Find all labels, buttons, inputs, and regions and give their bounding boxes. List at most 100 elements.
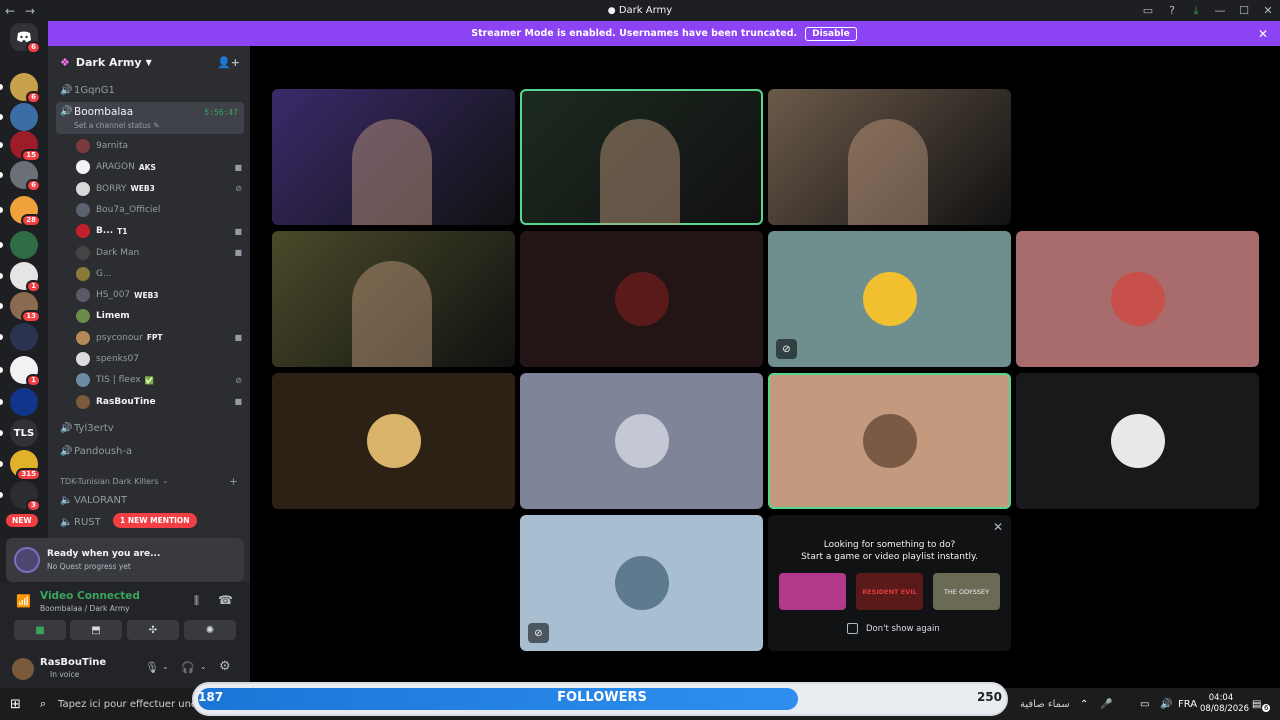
- voice-channel-1GqnG1[interactable]: 🔊 1GqnG1: [56, 80, 244, 100]
- gear-icon[interactable]: ⚙: [219, 659, 231, 674]
- voice-member[interactable]: TIS | fleex ✅ ⊘: [76, 370, 246, 390]
- server-icon[interactable]: [10, 388, 38, 416]
- server-icon[interactable]: 28: [10, 196, 41, 227]
- participant-tile[interactable]: [768, 89, 1011, 225]
- voice-member[interactable]: Limem: [76, 306, 246, 326]
- forward-arrow-icon[interactable]: →: [20, 4, 40, 18]
- voice-member[interactable]: RasBouTine ■: [76, 392, 246, 412]
- inbox-icon[interactable]: ▭: [1136, 4, 1160, 17]
- maximize-button[interactable]: ☐: [1232, 4, 1256, 17]
- close-icon[interactable]: ✕: [993, 520, 1003, 534]
- voice-channel-boombalaa[interactable]: 🔊 Boombalaa Set a channel status ✎ 5:56:…: [56, 102, 244, 134]
- member-tag: AKS: [138, 162, 156, 172]
- participant-tile[interactable]: [272, 89, 515, 225]
- participant-tile[interactable]: ⊘: [768, 231, 1011, 367]
- microphone-icon[interactable]: 🎙: [145, 661, 159, 674]
- participant-tile[interactable]: [1016, 373, 1259, 509]
- disable-button[interactable]: Disable: [805, 26, 857, 41]
- discord-home-icon[interactable]: 6: [10, 23, 41, 54]
- microphone-icon[interactable]: 🎤: [1100, 699, 1112, 710]
- server-icon[interactable]: 1: [10, 262, 41, 293]
- voice-member[interactable]: spenks07: [76, 349, 246, 369]
- voice-member[interactable]: ARAGON AKS ■: [76, 157, 246, 177]
- server-badge: 28: [21, 214, 41, 227]
- network-icon[interactable]: ▭: [1140, 699, 1149, 710]
- participant-tile[interactable]: [272, 231, 515, 367]
- minimize-button[interactable]: —: [1208, 4, 1232, 17]
- voice-location[interactable]: Boombalaa / Dark Army: [40, 604, 130, 613]
- server-icon[interactable]: [10, 323, 38, 351]
- voice-member[interactable]: psyconour FPT ■: [76, 328, 246, 348]
- noise-suppression-icon[interactable]: ⫼: [194, 594, 199, 608]
- close-icon[interactable]: ✕: [1258, 27, 1268, 41]
- voice-status[interactable]: Video Connected: [40, 590, 140, 602]
- chevron-down-icon[interactable]: ⌄: [200, 662, 207, 671]
- server-icon[interactable]: [10, 231, 38, 259]
- server-icon[interactable]: [10, 103, 38, 131]
- voice-member[interactable]: BORRY WEB3 ⊘: [76, 179, 246, 199]
- voice-member[interactable]: B... T1 ■: [76, 221, 246, 241]
- username: RasBouTine: [40, 657, 107, 668]
- participant-tile[interactable]: [520, 231, 763, 367]
- quest-card[interactable]: Ready when you are... No Quest progress …: [6, 538, 244, 582]
- server-icon[interactable]: 6: [10, 161, 41, 192]
- voice-member[interactable]: G...: [76, 264, 246, 284]
- taskbar-search-input[interactable]: Tapez ici pour effectuer une re: [58, 699, 210, 710]
- voice-channel-tyl3ertv[interactable]: 🔊 Tyl3ertv: [56, 418, 244, 438]
- voice-channel-valorant[interactable]: 🔈 VALORANT: [56, 490, 244, 510]
- server-icon[interactable]: 6: [10, 73, 41, 104]
- chevron-down-icon[interactable]: ⌄: [162, 662, 169, 671]
- voice-channel-pandoush[interactable]: 🔊 Pandoush-a: [56, 441, 244, 461]
- back-arrow-icon[interactable]: ←: [0, 4, 20, 18]
- download-icon[interactable]: ⤓: [1184, 4, 1208, 18]
- close-window-button[interactable]: ✕: [1256, 4, 1280, 17]
- avatar: [76, 202, 90, 217]
- participant-tile[interactable]: [520, 89, 763, 225]
- unread-pip: [0, 334, 3, 340]
- clock[interactable]: 04:04 08/08/2026: [1200, 693, 1249, 715]
- volume-icon[interactable]: 🔊: [1160, 699, 1172, 710]
- help-icon[interactable]: ?: [1160, 4, 1184, 17]
- disconnect-icon[interactable]: ☎: [218, 593, 233, 607]
- server-icon[interactable]: 15: [10, 131, 41, 162]
- new-mention-badge[interactable]: 1 NEW MENTION: [113, 513, 197, 528]
- soundboard-button[interactable]: ✺: [184, 620, 236, 640]
- participant-tile[interactable]: ⊘: [520, 515, 763, 651]
- voice-member[interactable]: Bou7a_Officiel: [76, 200, 246, 220]
- server-icon[interactable]: 3: [10, 481, 41, 512]
- participant-tile[interactable]: [768, 373, 1011, 509]
- participant-tile[interactable]: [1016, 231, 1259, 367]
- dont-show-label: Don't show again: [866, 624, 940, 634]
- dont-show-checkbox[interactable]: [847, 623, 858, 634]
- member-name: ARAGON: [96, 162, 135, 173]
- game-thumb-resident-evil[interactable]: RESIDENT EVIL: [856, 573, 923, 610]
- voice-member[interactable]: Dark Man ■: [76, 243, 246, 263]
- server-icon[interactable]: TLS: [10, 419, 38, 447]
- language-indicator[interactable]: FRA: [1178, 699, 1197, 710]
- activities-button[interactable]: ✣: [127, 620, 179, 640]
- server-header[interactable]: ❖ Dark Army ▼ 👤+: [48, 46, 250, 78]
- game-thumb-valorant[interactable]: [779, 573, 846, 610]
- avatar[interactable]: [12, 658, 34, 680]
- screen-share-button[interactable]: ⬒: [70, 620, 122, 640]
- server-icon[interactable]: 1: [10, 356, 41, 387]
- server-icon[interactable]: 315: [10, 450, 41, 481]
- windows-start-icon[interactable]: ⊞: [10, 697, 21, 712]
- category-header[interactable]: TDK-Tunisian Dark Killers ⌄ +: [56, 471, 244, 491]
- new-unreads-pill[interactable]: NEW: [6, 514, 38, 527]
- chevron-up-icon[interactable]: ⌃: [1080, 699, 1088, 710]
- activity-suggestion-card: ✕ Looking for something to do? Start a g…: [768, 515, 1011, 651]
- participant-tile[interactable]: [272, 373, 515, 509]
- invite-people-icon[interactable]: 👤+: [217, 56, 240, 69]
- member-tag: WEB3: [130, 184, 155, 194]
- channel-status[interactable]: Set a channel status ✎: [74, 121, 159, 130]
- notification-icon[interactable]: ▤: [1252, 699, 1261, 710]
- camera-button[interactable]: ■: [14, 620, 66, 640]
- game-thumb-odyssey[interactable]: THE ODYSSEY: [933, 573, 1000, 610]
- add-channel-icon[interactable]: +: [229, 475, 238, 488]
- voice-member[interactable]: 9arnita: [76, 136, 246, 156]
- participant-tile[interactable]: [520, 373, 763, 509]
- voice-member[interactable]: HS_007 WEB3: [76, 285, 246, 305]
- server-icon[interactable]: 13: [10, 292, 41, 323]
- headphones-icon[interactable]: 🎧: [181, 661, 195, 674]
